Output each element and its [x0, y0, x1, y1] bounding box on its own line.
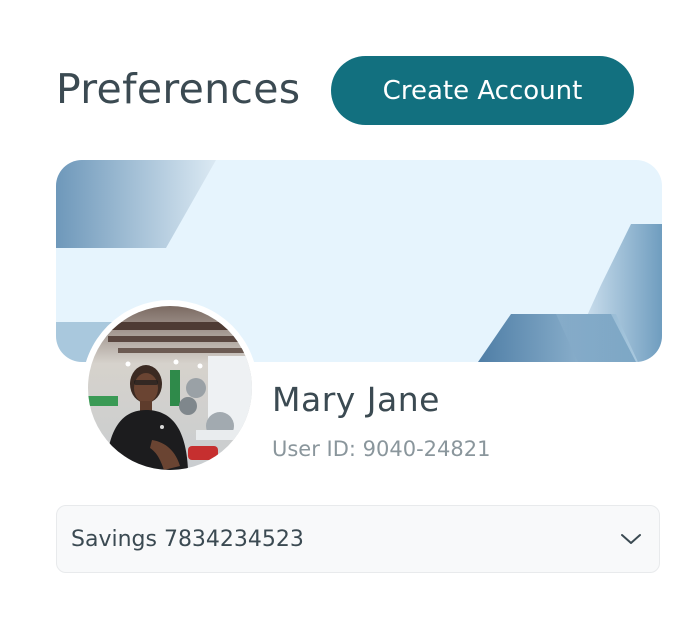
account-select[interactable]: Savings 7834234523 [56, 505, 660, 573]
chevron-down-icon[interactable] [619, 527, 643, 551]
account-select-value: Savings 7834234523 [71, 526, 304, 552]
page-title: Preferences [56, 65, 301, 113]
avatar[interactable] [88, 306, 252, 470]
avatar-photo [88, 306, 252, 470]
user-id: User ID: 9040-24821 [272, 437, 491, 461]
profile-name: Mary Jane [272, 380, 440, 419]
create-account-button[interactable]: Create Account [331, 56, 634, 125]
